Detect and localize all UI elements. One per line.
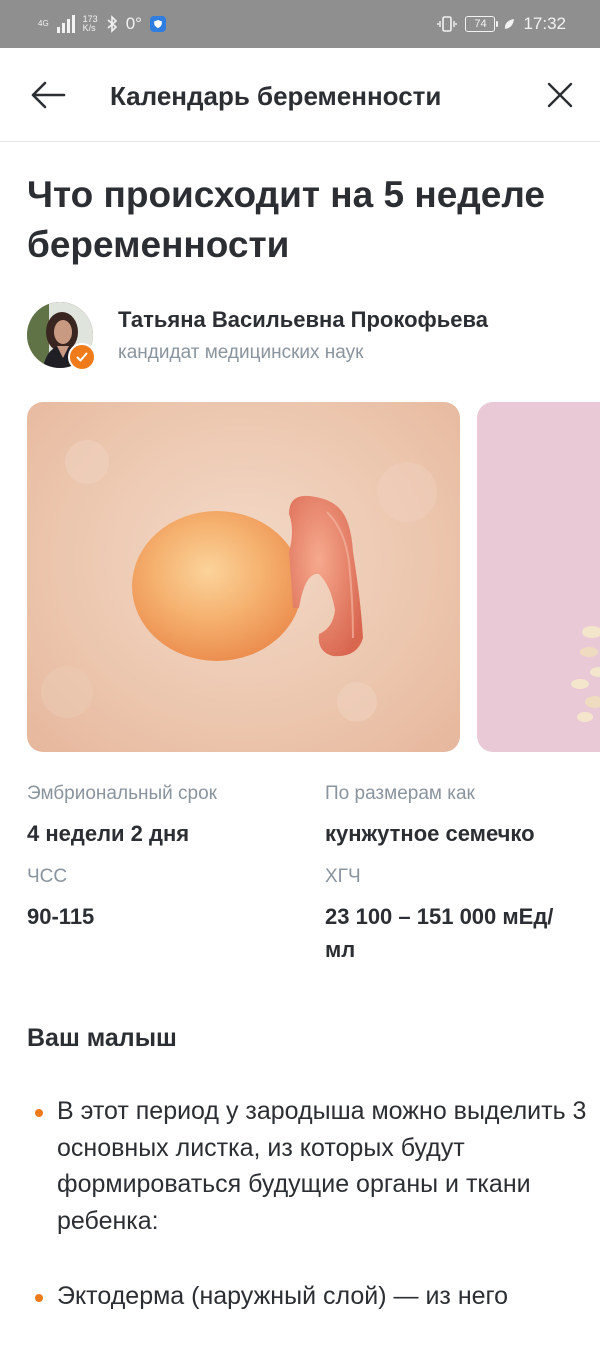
stat-value: кунжутное семечко	[325, 821, 535, 846]
bullet-text: Эктодерма (наружный слой) — из него	[57, 1282, 509, 1310]
stat-embryonic-term: Эмбриональный срок 4 недели 2 дня	[27, 783, 217, 850]
signal-icon	[56, 15, 75, 33]
embryo-illustration	[41, 440, 437, 722]
stat-label: ЧСС	[27, 866, 68, 887]
list-item: Эктодерма (наружный слой) — из него	[27, 1278, 587, 1315]
clock: 17:32	[523, 14, 566, 33]
stat-label: ХГЧ	[325, 866, 361, 887]
status-bar: 4G 173 K/s 0° 74 17:32	[0, 0, 600, 48]
battery-icon: 74	[465, 16, 499, 32]
network-speed: 173 K/s	[83, 15, 98, 33]
list-item: В этот период у зародыша можно выделить …	[27, 1093, 587, 1239]
status-right: 74 17:32	[437, 14, 566, 34]
author-role: кандидат медицинских наук	[118, 342, 364, 363]
author-name[interactable]: Татьяна Васильевна Прокофьева	[118, 307, 488, 333]
arrow-left-icon	[31, 81, 66, 109]
stat-value: 4 недели 2 дня	[27, 821, 190, 846]
bluetooth-icon	[107, 15, 117, 33]
app-title: Календарь беременности	[110, 81, 442, 111]
article-title: Что происходит на 5 неделе беременности	[27, 174, 545, 265]
gallery-image-embryo[interactable]	[27, 402, 460, 752]
stat-label: Эмбриональный срок	[27, 783, 217, 804]
stat-value: 23 100 – 151 000 мЕд/мл	[325, 904, 554, 962]
stat-size: По размерам как кунжутное семечко	[325, 783, 535, 850]
bullet-list: В этот период у зародыша можно выделить …	[27, 1093, 587, 1354]
status-left: 4G 173 K/s 0°	[38, 14, 166, 34]
verified-badge	[68, 343, 96, 371]
temperature: 0°	[125, 14, 142, 33]
close-icon	[547, 82, 573, 108]
gallery-image-seed[interactable]	[477, 402, 600, 752]
app-bar: Календарь беременности	[0, 48, 600, 142]
network-indicator: 4G	[38, 19, 49, 29]
section-title: Ваш малыш	[27, 1024, 177, 1052]
bullet-dot	[35, 1294, 43, 1302]
checkmark-icon	[76, 352, 88, 362]
shield-icon	[149, 16, 166, 32]
author-avatar[interactable]	[27, 302, 96, 371]
vibrate-icon	[437, 16, 458, 32]
bullet-text: В этот период у зародыша можно выделить …	[57, 1097, 587, 1235]
leaf-icon	[505, 19, 515, 29]
network-type: 4G	[38, 19, 49, 28]
speed-unit: K/s	[82, 23, 96, 33]
stat-heart-rate: ЧСС 90-115	[27, 866, 94, 933]
sesame-illustration	[571, 626, 600, 722]
stat-value: 90-115	[27, 904, 95, 929]
stat-label: По размерам как	[325, 783, 475, 804]
bullet-dot	[35, 1109, 43, 1117]
back-button[interactable]	[30, 80, 66, 110]
battery-level: 74	[474, 18, 487, 30]
close-button[interactable]	[546, 81, 574, 109]
stat-hcg: ХГЧ 23 100 – 151 000 мЕд/мл	[325, 866, 555, 966]
